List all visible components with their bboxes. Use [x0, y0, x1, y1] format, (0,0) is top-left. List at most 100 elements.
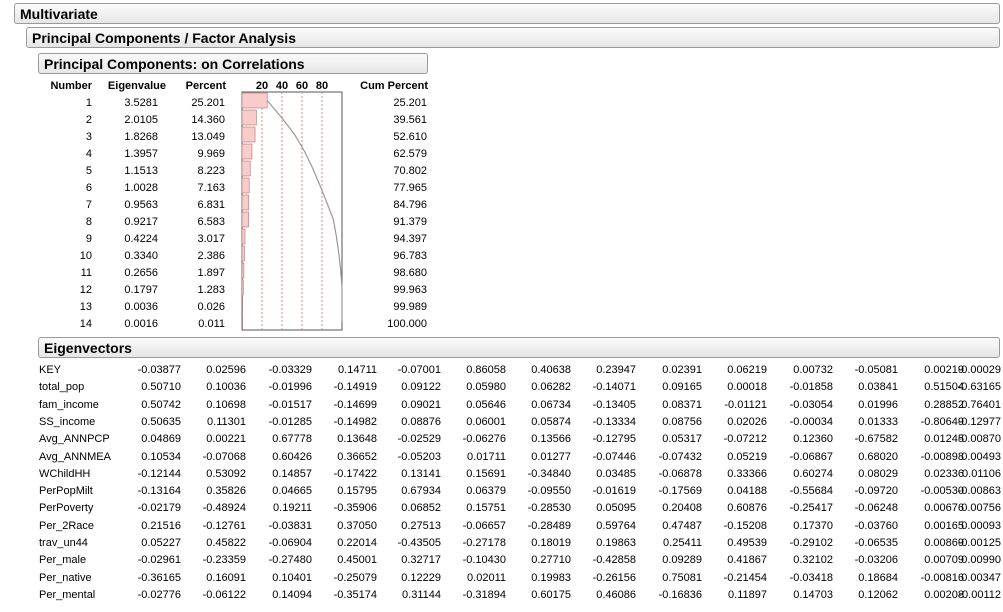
percent-bar — [241, 296, 243, 313]
eigenvector-value: 0.05980 — [466, 381, 506, 393]
eigen-number: 7 — [85, 199, 92, 211]
eigen-cum-percent: 25.201 — [393, 97, 427, 109]
eigenvector-value: 0.01711 — [467, 451, 506, 463]
eigenvector-value: 0.17370 — [793, 520, 833, 532]
eigenvector-variable-name: fam_income — [39, 399, 99, 411]
eigenvector-value: 0.14094 — [272, 589, 312, 601]
eigenvector-variable-name: Avg_ANNPCP — [39, 433, 110, 445]
eigenvector-value: 0.06379 — [466, 485, 506, 497]
eigenvector-value: 0.12062 — [858, 589, 898, 601]
eigen-eigenvalue: 0.0016 — [124, 318, 158, 330]
eigen-percent: 1.897 — [197, 267, 225, 279]
eigenvector-value: -0.02529 — [397, 433, 441, 445]
eigenvector-value: -0.06276 — [462, 433, 506, 445]
eigen-number: 11 — [80, 267, 92, 279]
eigenvector-value: 0.40638 — [531, 364, 571, 376]
eigenvector-value: 0.15691 — [466, 468, 506, 480]
eigenvector-value: -0.06122 — [202, 589, 246, 601]
percent-bar — [241, 177, 250, 194]
eigen-number: 14 — [79, 318, 92, 330]
eigenvector-value: -0.25079 — [333, 572, 377, 584]
percent-bar — [241, 313, 243, 330]
eigen-eigenvalue: 2.0105 — [124, 114, 158, 126]
outline-multivariate[interactable]: Multivariate — [14, 3, 1000, 24]
eigenvector-value: -0.48924 — [202, 502, 246, 514]
eigenvector-value: -0.00112 — [958, 589, 1001, 601]
eigenvector-value: -0.02776 — [137, 589, 181, 601]
eigenvector-value: 0.60426 — [272, 451, 312, 463]
eigenvector-value: -0.00034 — [789, 416, 833, 428]
eigen-percent: 0.011 — [198, 318, 225, 330]
outline-eigenvectors[interactable]: Eigenvectors — [38, 337, 1000, 358]
eigenvector-value: -0.31894 — [462, 589, 506, 601]
eigenvector-value: -0.01996 — [268, 381, 312, 393]
eigenvector-value: 0.04869 — [141, 433, 181, 445]
eigenvector-value: -0.09720 — [854, 485, 898, 497]
eigenvector-value: 0.00347 — [961, 572, 1001, 584]
eigen-percent: 1.283 — [197, 284, 225, 296]
eigenvector-value: 0.02391 — [662, 364, 702, 376]
eigenvector-variable-name: PerPopMilt — [39, 485, 93, 497]
eigenvector-value: 0.41867 — [727, 554, 767, 566]
percent-bar — [241, 228, 246, 245]
eigenvector-value: 0.20408 — [662, 502, 702, 514]
eigenvector-value: 0.45001 — [337, 554, 377, 566]
eigen-eigenvalue: 0.0036 — [124, 301, 158, 313]
eigenvector-value: -0.16836 — [658, 589, 702, 601]
eigenvector-value: -0.03206 — [854, 554, 898, 566]
eigen-eigenvalue: 0.9563 — [124, 199, 158, 211]
eigenvector-value: -0.55684 — [789, 485, 833, 497]
eigenvector-value: 0.04188 — [727, 485, 767, 497]
eigenvector-value: -0.27178 — [462, 537, 506, 549]
eigenvector-value: 0.46086 — [596, 589, 636, 601]
eigen-cum-percent: 84.796 — [393, 199, 427, 211]
eigenvector-value: -0.00870 — [957, 433, 1001, 445]
eigenvector-value: -0.12144 — [137, 468, 181, 480]
eigen-eigenvalue: 3.5281 — [124, 97, 158, 109]
eigenvector-value: 0.00093 — [961, 520, 1001, 532]
eigenvector-value: 0.05095 — [596, 502, 636, 514]
eigenvector-variable-name: Per_mental — [39, 589, 96, 601]
eigenvector-value: 0.09289 — [662, 554, 702, 566]
eigenvector-value: 0.09122 — [401, 381, 441, 393]
eigen-percent: 2.386 — [197, 250, 225, 262]
percent-bar — [241, 143, 253, 160]
eigenvector-value: -0.06867 — [789, 451, 833, 463]
eigenvector-value: -0.05203 — [397, 451, 441, 463]
eigenvector-value: 0.23947 — [596, 364, 636, 376]
outline-pc-correlations-title: Principal Components: on Correlations — [44, 55, 305, 72]
percent-bar — [241, 194, 250, 211]
eigenvector-value: 0.12229 — [401, 572, 441, 584]
eigenvector-value: 0.19863 — [596, 537, 636, 549]
eigen-cum-percent: 62.579 — [393, 148, 427, 160]
eigenvector-value: 0.02026 — [727, 416, 767, 428]
eigen-cum-percent: 70.802 — [393, 165, 427, 177]
eigenvector-value: -0.34840 — [527, 468, 571, 480]
eigen-cum-percent: 99.963 — [393, 284, 427, 296]
eigenvector-value: -0.67582 — [854, 433, 898, 445]
col-header-cum-percent: Cum Percent — [360, 80, 428, 92]
eigenvector-value: 0.32102 — [793, 554, 833, 566]
eigen-number: 1 — [85, 97, 92, 109]
eigenvector-value: -0.23359 — [202, 554, 246, 566]
eigenvector-value: -0.05081 — [854, 364, 898, 376]
eigenvector-value: 0.60876 — [727, 502, 767, 514]
eigenvector-value: 0.08029 — [858, 468, 898, 480]
percent-bar — [241, 160, 251, 177]
eigenvector-variable-name: Per_native — [39, 572, 92, 584]
col-header-percent: Percent — [185, 80, 226, 92]
outline-pc-correlations[interactable]: Principal Components: on Correlations — [38, 53, 428, 74]
eigenvector-value: 0.01106 — [962, 468, 1001, 480]
outline-pcfa[interactable]: Principal Components / Factor Analysis — [26, 27, 1000, 48]
eigenvector-value: -0.36165 — [137, 572, 181, 584]
eigen-percent: 6.583 — [197, 216, 225, 228]
eigenvector-variable-name: PerPoverty — [39, 502, 94, 514]
percent-bar — [241, 92, 268, 109]
eigenvector-value: -0.21454 — [723, 572, 767, 584]
eigenvector-value: 0.27710 — [531, 554, 571, 566]
eigenvector-variable-name: SS_income — [39, 416, 96, 428]
eigenvector-value: -0.13164 — [137, 485, 181, 497]
eigenvector-value: 0.06282 — [531, 381, 571, 393]
eigenvector-value: -0.12795 — [592, 433, 636, 445]
eigenvector-value: -0.07068 — [202, 451, 246, 463]
